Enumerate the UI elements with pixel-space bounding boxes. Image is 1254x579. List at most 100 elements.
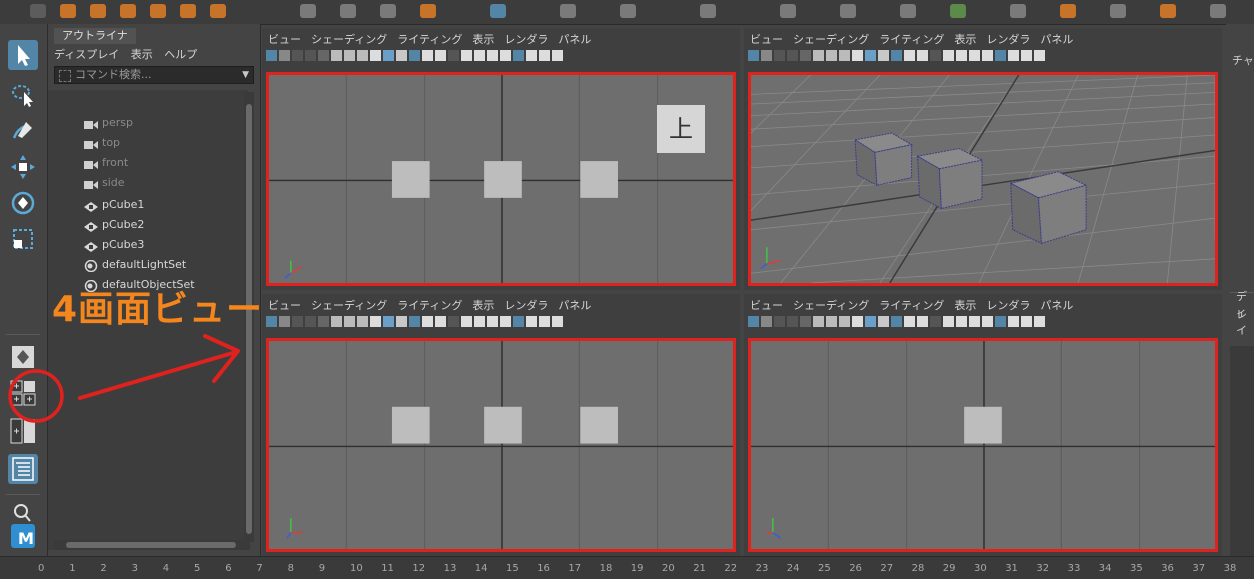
command-search-placeholder: コマンド検索... <box>75 68 152 81</box>
toolbar-icon[interactable] <box>340 4 356 18</box>
channel-box-tab-label[interactable]: チャ <box>1232 52 1254 68</box>
axis-gizmo-icon <box>284 260 303 279</box>
two-view-layout-icon[interactable] <box>8 416 38 446</box>
toolbar-icon[interactable] <box>150 4 166 18</box>
toolbar-icon[interactable] <box>1210 4 1226 18</box>
maya-logo-icon: M <box>11 524 35 548</box>
panel-menu-renderer[interactable]: レンダラ <box>986 33 1030 46</box>
panel-menubar: ビュー シェーディング ライティング 表示 レンダラ パネル <box>750 297 1083 313</box>
toolbar-icon[interactable] <box>380 4 396 18</box>
panel-menu-panels[interactable]: パネル <box>1040 33 1073 46</box>
outliner-item-pcube1[interactable]: pCube1 <box>84 196 144 214</box>
paint-select-tool-icon[interactable] <box>8 116 38 146</box>
toolbar-icon[interactable] <box>60 4 76 18</box>
four-view-layout-icon[interactable] <box>8 378 38 408</box>
toolbar-icon[interactable] <box>300 4 316 18</box>
toolbar-icon[interactable] <box>210 4 226 18</box>
toolbar-icon[interactable] <box>1060 4 1076 18</box>
toolbar-icon[interactable] <box>620 4 636 18</box>
timeline-tick-label: 21 <box>693 563 706 574</box>
rotate-tool-icon[interactable] <box>8 188 38 218</box>
panel-menu-view[interactable]: ビュー <box>750 299 783 312</box>
toolbar-icon[interactable] <box>30 4 46 18</box>
timeline-tick-label: 33 <box>1067 563 1081 574</box>
toolbar-icon[interactable] <box>1110 4 1126 18</box>
scrollbar-thumb[interactable] <box>66 542 236 548</box>
outliner-item-defaultlightset[interactable]: defaultLightSet <box>84 256 186 274</box>
toolbar-icon[interactable] <box>1160 4 1176 18</box>
layer-label[interactable]: レイ <box>1236 306 1254 338</box>
panel-menu-shading[interactable]: シェーディング <box>311 33 387 46</box>
toolbar-icon[interactable] <box>700 4 716 18</box>
search-icon[interactable] <box>8 498 38 522</box>
panel-menu-lighting[interactable]: ライティング <box>397 299 462 312</box>
time-slider[interactable]: 0 1 2 3 4 5 6 7 8 9 10 11 12 13 14 15 16 17 18 19 20 21 22 23 24… <box>0 556 1254 579</box>
timeline-tick-label: 24 <box>786 563 800 574</box>
toolbar-icon[interactable] <box>180 4 196 18</box>
toolbar-icon[interactable] <box>420 4 436 18</box>
panel-menu-show[interactable]: 表示 <box>472 33 494 46</box>
panel-menu-panels[interactable]: パネル <box>558 299 591 312</box>
select-tool-icon[interactable] <box>8 40 38 70</box>
front-viewport[interactable] <box>266 338 736 552</box>
search-field-icon <box>59 70 71 82</box>
panel-menu-renderer[interactable]: レンダラ <box>986 299 1030 312</box>
single-view-icon[interactable] <box>8 342 38 372</box>
view-cube-top-icon[interactable]: 上 <box>657 105 705 153</box>
panel-menu-lighting[interactable]: ライティング <box>397 33 462 46</box>
viewport-panel-front: ビュー シェーディング ライティング 表示 レンダラ パネル <box>262 294 740 556</box>
outliner-horizontal-scrollbar[interactable] <box>54 540 250 550</box>
outliner-tab[interactable]: アウトライナ <box>54 28 136 44</box>
toolbar-icon[interactable] <box>120 4 136 18</box>
toolbar-icon[interactable] <box>950 4 966 18</box>
toolbar-icon[interactable] <box>560 4 576 18</box>
chevron-down-icon[interactable]: ▼ <box>242 67 249 83</box>
toolbar-icon[interactable] <box>900 4 916 18</box>
move-tool-icon[interactable] <box>8 152 38 182</box>
toolbar-icon[interactable] <box>90 4 106 18</box>
command-search-input[interactable]: コマンド検索... ▼ <box>54 66 254 84</box>
panel-menu-view[interactable]: ビュー <box>750 33 783 46</box>
camera-icon <box>84 178 98 189</box>
outliner-item-label: front <box>102 156 129 169</box>
toolbar-icon[interactable] <box>490 4 506 18</box>
timeline-tick-label: 18 <box>599 563 613 574</box>
panel-menu-show[interactable]: 表示 <box>954 299 976 312</box>
timeline-tick-label: 29 <box>942 563 956 574</box>
panel-menu-lighting[interactable]: ライティング <box>879 299 944 312</box>
outliner-item-side[interactable]: side <box>84 174 125 192</box>
panel-menu-show[interactable]: 表示 <box>472 299 494 312</box>
outliner-menu-show[interactable]: 表示 <box>131 48 153 61</box>
toolbar-icon[interactable] <box>780 4 796 18</box>
annotation-label: 4画面ビュー <box>52 289 264 330</box>
panel-menu-view[interactable]: ビュー <box>268 299 301 312</box>
panel-menu-panels[interactable]: パネル <box>558 33 591 46</box>
set-icon <box>84 259 98 273</box>
scale-tool-icon[interactable] <box>8 224 38 254</box>
panel-menu-shading[interactable]: シェーディング <box>793 299 869 312</box>
panel-menu-renderer[interactable]: レンダラ <box>504 33 548 46</box>
outliner-item-pcube2[interactable]: pCube2 <box>84 216 144 234</box>
side-viewport[interactable] <box>748 338 1218 552</box>
top-viewport[interactable]: 上 <box>266 72 736 286</box>
outliner-menu-display[interactable]: ディスプレイ <box>54 48 119 61</box>
toolbar-icon[interactable] <box>840 4 856 18</box>
panel-menu-renderer[interactable]: レンダラ <box>504 299 548 312</box>
timeline-tick-label: 38 <box>1223 563 1237 574</box>
panel-menu-shading[interactable]: シェーディング <box>311 299 387 312</box>
toolbar-icon[interactable] <box>1010 4 1026 18</box>
outliner-item-persp[interactable]: persp <box>84 114 133 132</box>
outliner-item-front[interactable]: front <box>84 154 128 172</box>
perspective-viewport[interactable] <box>748 72 1218 286</box>
panel-menu-lighting[interactable]: ライティング <box>879 33 944 46</box>
outliner-menu-help[interactable]: ヘルプ <box>164 48 197 61</box>
outliner-item-pcube3[interactable]: pCube3 <box>84 236 144 254</box>
outliner-item-top[interactable]: top <box>84 134 120 152</box>
outliner-layout-icon[interactable] <box>8 454 38 484</box>
outliner-item-label: pCube3 <box>102 238 145 251</box>
panel-menu-show[interactable]: 表示 <box>954 33 976 46</box>
lasso-tool-icon[interactable] <box>8 80 38 110</box>
panel-menu-shading[interactable]: シェーディング <box>793 33 869 46</box>
panel-menu-panels[interactable]: パネル <box>1040 299 1073 312</box>
panel-menu-view[interactable]: ビュー <box>268 33 301 46</box>
